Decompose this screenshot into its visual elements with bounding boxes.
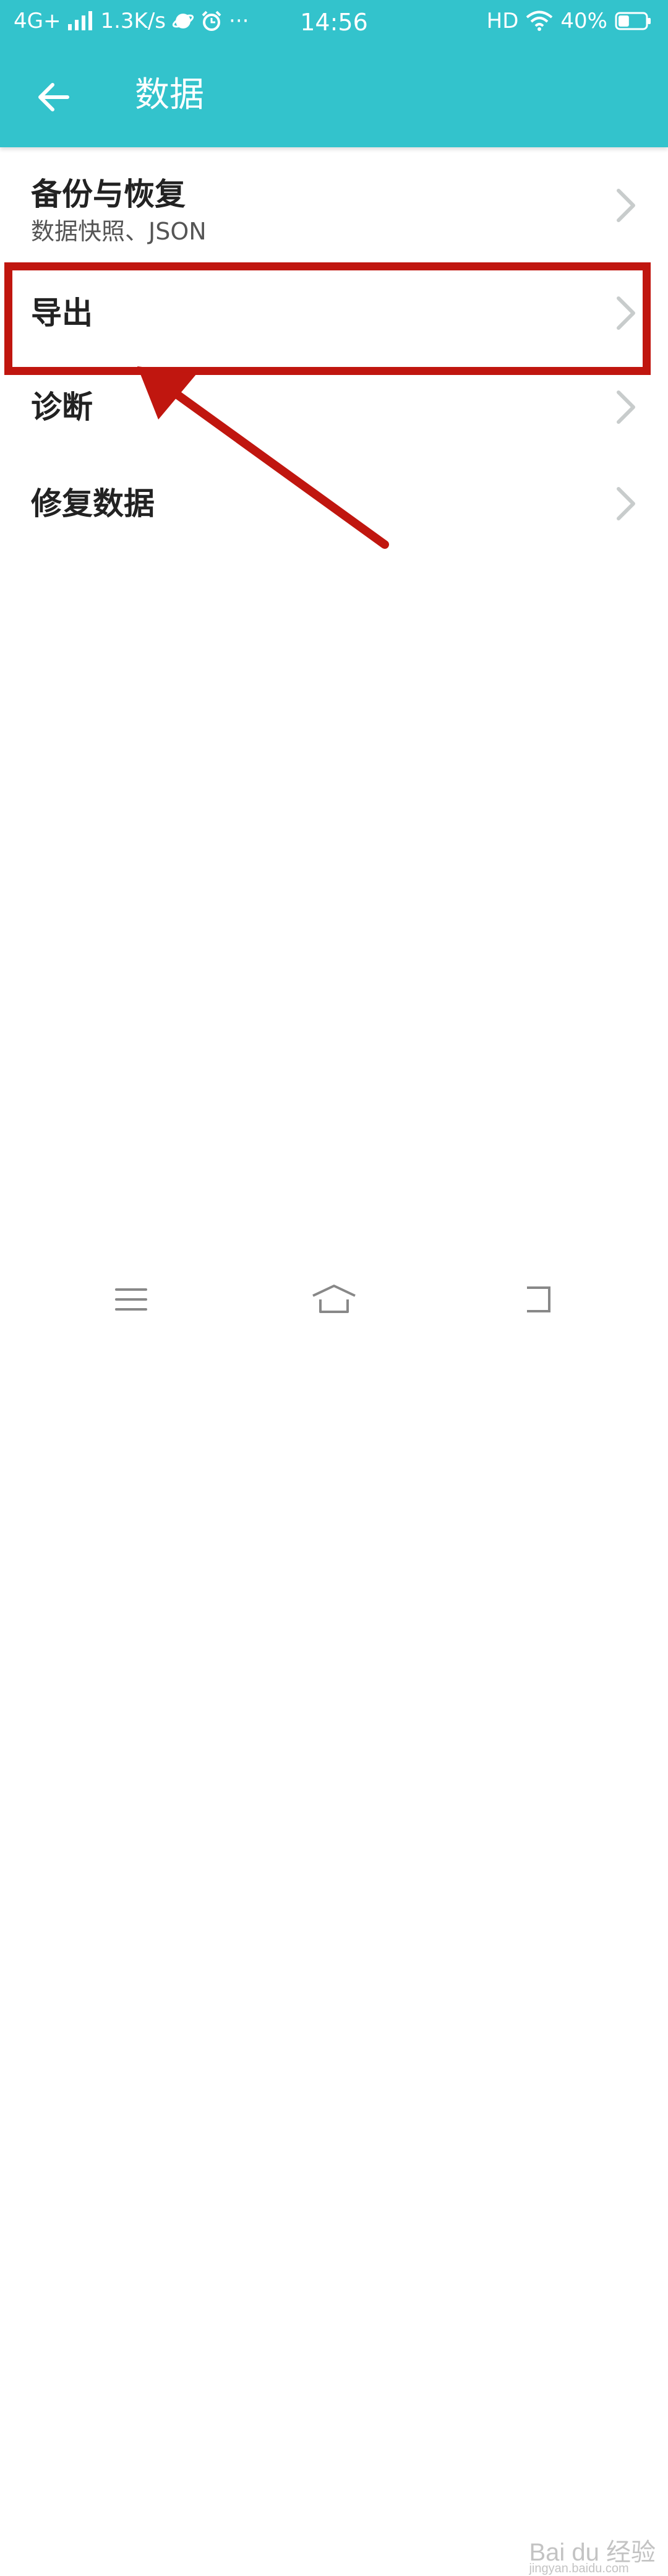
chevron-right-icon: [617, 390, 635, 424]
home-icon: [312, 1285, 356, 1313]
page-title: 数据: [135, 75, 204, 115]
recents-icon: [527, 1286, 550, 1312]
list-item-title: 诊断: [31, 389, 93, 425]
watermark: Bai du 经验 jingyan.baidu.com: [529, 2532, 656, 2575]
battery-icon: [615, 11, 652, 31]
list-item-title: 备份与恢复: [31, 176, 186, 212]
list-item-diagnose[interactable]: 诊断: [0, 371, 668, 464]
arrow-left-icon: [38, 83, 69, 111]
annotation-highlight-box: [4, 262, 651, 375]
list-item-title: 修复数据: [31, 486, 155, 522]
list-item-subtitle: 数据快照、JSON: [31, 218, 207, 245]
battery-percent: 40%: [560, 9, 607, 33]
menu-button[interactable]: [94, 1269, 168, 1330]
hd-indicator: HD: [486, 9, 519, 33]
toolbar: 数据: [0, 47, 668, 147]
home-button[interactable]: [297, 1269, 371, 1330]
system-nav-bar: Bai du 经验 jingyan.baidu.com: [0, 1262, 668, 2575]
app-header-bar: 4G+ 1.3K/s ··· 14:56 HD 40% 数据: [0, 0, 668, 147]
menu-icon: [115, 1288, 147, 1311]
back-button[interactable]: [25, 69, 80, 125]
list-item-backup-restore[interactable]: 备份与恢复 数据快照、JSON: [0, 153, 668, 257]
list-item-repair-data[interactable]: 修复数据: [0, 469, 668, 562]
watermark-sub: jingyan.baidu.com: [529, 2562, 629, 2575]
status-bar: 4G+ 1.3K/s ··· 14:56 HD 40%: [0, 0, 668, 47]
chevron-right-icon: [617, 189, 635, 222]
recents-button[interactable]: [501, 1269, 575, 1330]
wifi-icon: [526, 11, 553, 32]
chevron-right-icon: [617, 487, 635, 520]
